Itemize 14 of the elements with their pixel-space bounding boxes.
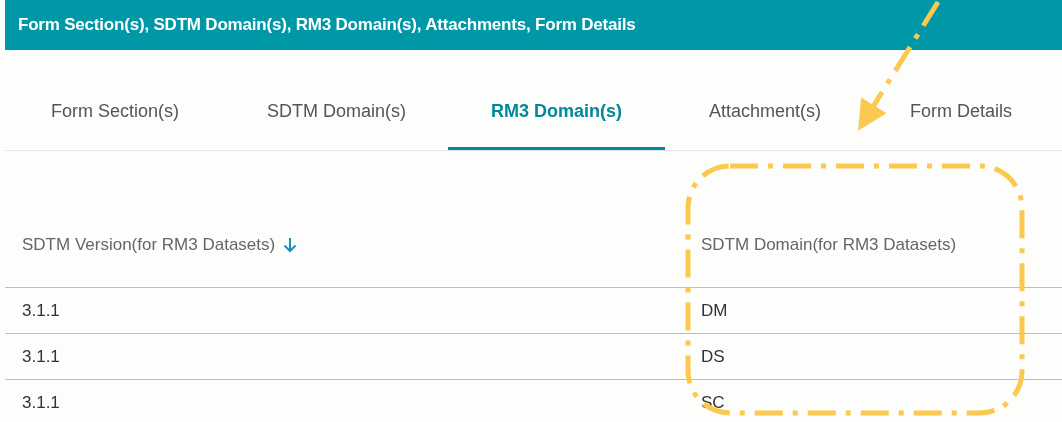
tab[interactable]: RM3 Domain(s) bbox=[448, 50, 665, 150]
table-cell: 3.1.1 bbox=[22, 300, 60, 320]
sort-down-icon[interactable] bbox=[283, 237, 298, 253]
header-title: Form Section(s), SDTM Domain(s), RM3 Domain(s), Attachments, Form Details bbox=[17, 14, 637, 36]
table-cell: 3.1.1 bbox=[22, 346, 60, 366]
tab[interactable]: Form Details bbox=[865, 50, 1057, 150]
tab[interactable]: Form Section(s) bbox=[5, 50, 225, 150]
table-cell: DM bbox=[701, 300, 728, 320]
table-cell: DS bbox=[701, 346, 725, 366]
column-header[interactable]: SDTM Domain(for RM3 Datasets) bbox=[701, 235, 957, 255]
tab[interactable]: SDTM Domain(s) bbox=[225, 50, 448, 150]
tab[interactable]: Attachment(s) bbox=[665, 50, 865, 150]
table-cell: 3.1.1 bbox=[22, 392, 60, 412]
column-header[interactable]: SDTM Version(for RM3 Datasets) bbox=[22, 235, 276, 255]
